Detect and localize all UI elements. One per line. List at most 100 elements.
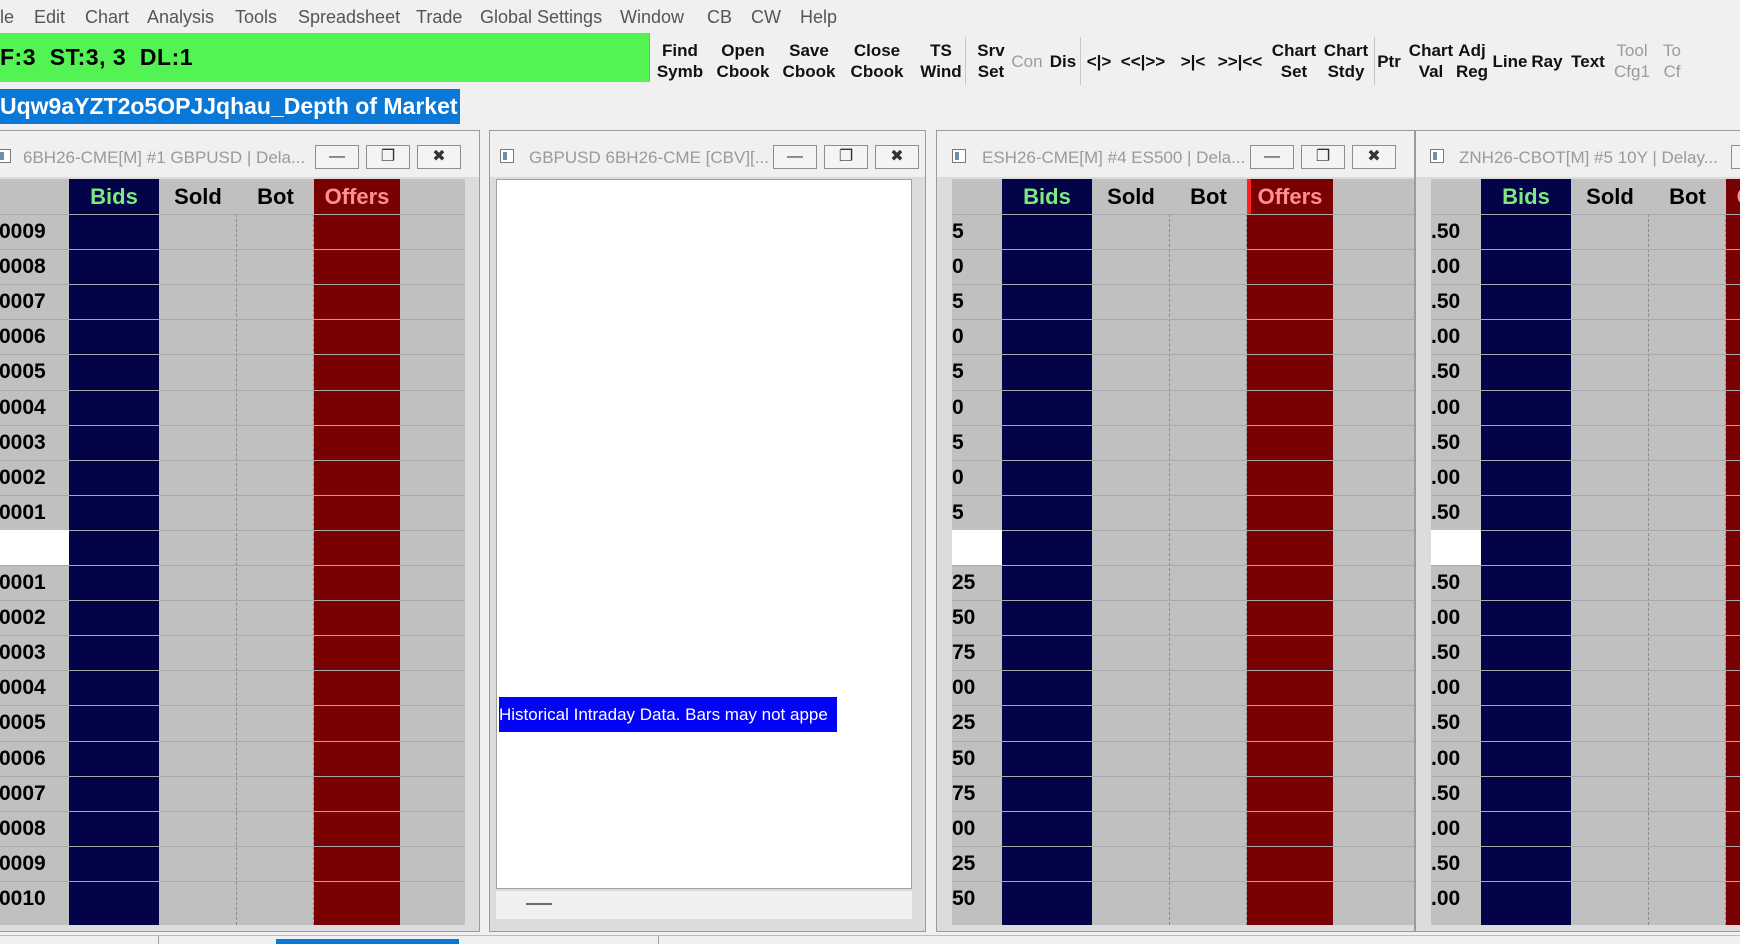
chart-studies-button[interactable]: Chart Stdy (1321, 37, 1371, 85)
open-chartbook-button[interactable]: Open Cbook (710, 37, 776, 85)
time-sales-window-button[interactable]: TS Wind (914, 37, 968, 85)
price-cell[interactable]: 00 (952, 811, 1002, 846)
pointer-tool-button[interactable]: Ptr (1372, 37, 1406, 85)
price-cell[interactable]: 0004 (0, 670, 69, 705)
depth-of-market-grid[interactable]: BidsSoldBotOffers.50.00.50.00.50.00.50.0… (1431, 179, 1740, 925)
server-settings-button[interactable]: Srv Set (974, 37, 1008, 85)
close-button[interactable]: ✖ (417, 145, 461, 169)
bot-header[interactable]: Bot (1649, 179, 1726, 214)
minimize-button[interactable]: — (1250, 145, 1294, 169)
price-cell[interactable]: .00 (1431, 811, 1481, 846)
scroll-button[interactable]: >|< (1173, 37, 1213, 85)
zoom-out-button[interactable]: <<|>> (1116, 37, 1170, 85)
price-cell[interactable]: .00 (1431, 600, 1481, 635)
price-cell[interactable]: 25 (952, 565, 1002, 600)
chart-area[interactable]: Historical Intraday Data. Bars may not a… (496, 179, 912, 889)
price-cell[interactable]: 50 (952, 600, 1002, 635)
price-cell[interactable]: 75 (952, 635, 1002, 670)
chart-settings-button[interactable]: Chart Set (1268, 37, 1320, 85)
zoom-button[interactable]: <|> (1084, 37, 1114, 85)
price-cell[interactable]: 50 (952, 741, 1002, 776)
menu-trade[interactable]: Trade (416, 7, 462, 28)
price-cell[interactable]: 0010 (0, 881, 69, 916)
sold-column[interactable]: Sold (1571, 179, 1649, 925)
price-cell[interactable]: .50 (1431, 776, 1481, 811)
price-cell[interactable]: .50 (1431, 425, 1481, 460)
chart-scrollbar[interactable] (496, 891, 912, 919)
menu-window[interactable]: Window (620, 7, 684, 28)
menu-file[interactable]: le (0, 7, 14, 28)
price-cell[interactable]: 0001 (0, 565, 69, 600)
price-cell[interactable]: .50 (1431, 705, 1481, 740)
price-cell[interactable]: .00 (1431, 390, 1481, 425)
bot-header[interactable]: Bot (1170, 179, 1247, 214)
menu-global-settings[interactable]: Global Settings (480, 7, 602, 28)
sold-header[interactable]: Sold (1571, 179, 1649, 214)
sold-column[interactable]: Sold (159, 179, 237, 925)
offers-header[interactable]: Offers (1247, 179, 1333, 214)
price-cell[interactable]: 0002 (0, 600, 69, 635)
offers-column[interactable]: Offers (1247, 179, 1333, 925)
bids-column[interactable]: Bids (69, 179, 159, 925)
close-button[interactable]: ✖ (1352, 145, 1396, 169)
bids-column[interactable]: Bids (1481, 179, 1571, 925)
price-cell[interactable]: 5 (952, 354, 1002, 389)
offers-column[interactable]: Offers (1726, 179, 1740, 925)
menu-cb[interactable]: CB (707, 7, 732, 28)
price-cell[interactable]: 0005 (0, 354, 69, 389)
menu-chart[interactable]: Chart (85, 7, 129, 28)
price-cell[interactable]: 0005 (0, 705, 69, 740)
price-cell[interactable]: 0003 (0, 425, 69, 460)
price-cell[interactable]: 0009 (0, 846, 69, 881)
bot-header[interactable]: Bot (237, 179, 314, 214)
price-cell[interactable]: .00 (1431, 670, 1481, 705)
price-cell[interactable]: 0 (952, 319, 1002, 354)
price-cell[interactable]: .00 (1431, 249, 1481, 284)
window-title-bar[interactable]: ESH26-CME[M] #4 ES500 | Dela... — ❐ ✖ (937, 131, 1414, 177)
price-cell[interactable]: 5 (952, 425, 1002, 460)
bot-column[interactable]: Bot (1649, 179, 1726, 925)
bot-column[interactable]: Bot (1170, 179, 1247, 925)
price-cell[interactable]: .50 (1431, 565, 1481, 600)
bids-header[interactable]: Bids (1481, 179, 1571, 214)
price-cell[interactable]: .50 (1431, 214, 1481, 249)
ray-tool-button[interactable]: Ray (1530, 37, 1564, 85)
price-cell[interactable]: 0006 (0, 741, 69, 776)
restore-button[interactable]: ❐ (366, 145, 410, 169)
save-chartbook-button[interactable]: Save Cbook (778, 37, 840, 85)
price-cell[interactable]: 00 (952, 670, 1002, 705)
price-cell[interactable]: 0 (952, 249, 1002, 284)
menu-cw[interactable]: CW (751, 7, 781, 28)
window-title-bar[interactable]: GBPUSD 6BH26-CME [CBV][... — ❐ ✖ (490, 131, 925, 177)
price-cell[interactable]: .50 (1431, 284, 1481, 319)
offers-header[interactable]: Offers (1726, 179, 1740, 214)
price-cell[interactable]: 25 (952, 705, 1002, 740)
price-cell[interactable]: 5 (952, 495, 1002, 530)
price-cell[interactable]: 25 (952, 846, 1002, 881)
price-cell[interactable]: 0 (952, 460, 1002, 495)
restore-button[interactable]: ❐ (1301, 145, 1345, 169)
price-cell[interactable]: .50 (1431, 354, 1481, 389)
menu-help[interactable]: Help (800, 7, 837, 28)
connect-button[interactable]: Con (1009, 37, 1045, 85)
bids-header[interactable]: Bids (1002, 179, 1092, 214)
minimize-button[interactable]: — (773, 145, 817, 169)
sold-column[interactable]: Sold (1092, 179, 1170, 925)
depth-of-market-grid[interactable]: Bids Sold Bot Offers 0009 0008 0007 0006 0005 000… (0, 179, 465, 925)
bids-column[interactable]: Bids (1002, 179, 1092, 925)
price-cell[interactable]: .00 (1431, 741, 1481, 776)
price-cell[interactable]: 0002 (0, 460, 69, 495)
sold-header[interactable]: Sold (159, 179, 237, 214)
price-cell[interactable]: 75 (952, 776, 1002, 811)
menu-tools[interactable]: Tools (235, 7, 277, 28)
restore-button[interactable]: ❐ (824, 145, 868, 169)
price-cell[interactable]: 5 (952, 284, 1002, 319)
menu-analysis[interactable]: Analysis (147, 7, 214, 28)
price-cell[interactable]: .00 (1431, 881, 1481, 916)
find-symbol-button[interactable]: Find Symb (652, 37, 708, 85)
close-button[interactable]: ✖ (875, 145, 919, 169)
last-trade-price-cell[interactable] (1431, 530, 1481, 565)
minimize-button[interactable]: — (315, 145, 359, 169)
scroll-fast-button[interactable]: >>|<< (1215, 37, 1265, 85)
window-title-bar[interactable]: 6BH26-CME[M] #1 GBPUSD | Dela... — ❐ ✖ (0, 131, 479, 177)
